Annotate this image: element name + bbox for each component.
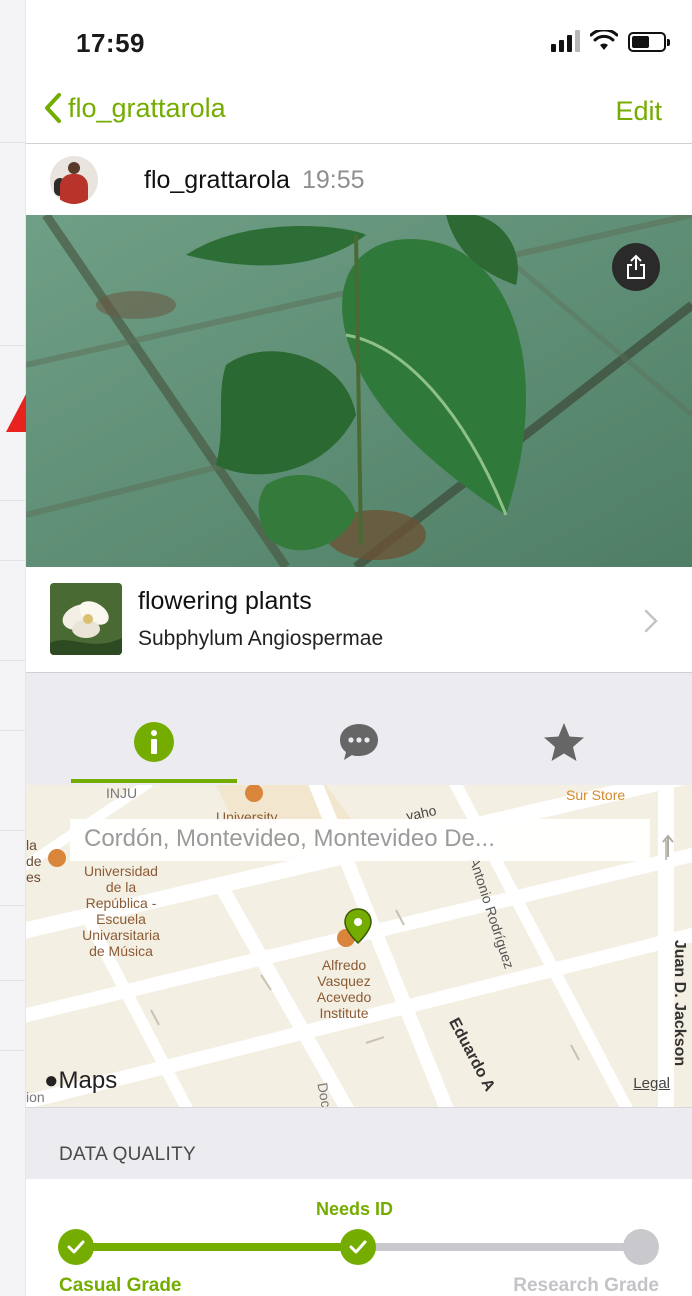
map-label-alfredo: Alfredo Vasquez Acevedo Institute	[316, 957, 372, 1021]
navigation-bar: flo_grattarola Edit	[26, 80, 692, 144]
status-icons	[551, 30, 670, 52]
map-label-sur-store: Sur Store	[566, 787, 626, 803]
needs-id-dot	[340, 1229, 376, 1265]
map-label-universidad: Universidad de la República - Escuela Un…	[82, 863, 160, 959]
detail-tabs	[26, 673, 692, 785]
taxon-scientific-name: Subphylum Angiospermae	[138, 627, 384, 650]
taxon-common-name: flowering plants	[138, 587, 312, 615]
research-grade-label: Research Grade	[513, 1275, 659, 1296]
apple-logo-icon: ●	[44, 1067, 59, 1094]
share-icon	[627, 254, 645, 279]
plant-photo-image	[26, 215, 692, 567]
north-arrow-icon	[662, 834, 674, 857]
edit-button[interactable]: Edit	[615, 96, 662, 127]
needs-id-label: Needs ID	[316, 1199, 394, 1219]
tab-activity[interactable]	[276, 673, 442, 785]
casual-grade-label: Casual Grade	[59, 1275, 182, 1296]
background-screen-sliver	[0, 0, 26, 1296]
status-time: 17:59	[76, 28, 145, 58]
observation-map[interactable]: INJU University Sur Store vaho la de es …	[26, 785, 692, 1107]
taxon-thumbnail	[50, 583, 122, 655]
maps-logo-text: Maps	[58, 1067, 118, 1094]
star-icon	[544, 723, 584, 761]
quality-track-remaining	[358, 1243, 640, 1251]
chevron-right-icon	[644, 609, 658, 633]
observation-photo[interactable]	[26, 215, 692, 567]
status-bar: 17:59	[26, 0, 692, 80]
map-legal-link[interactable]: Legal	[633, 1075, 670, 1092]
tab-favorites[interactable]	[481, 673, 647, 785]
map-label-ion: ion	[26, 1089, 45, 1105]
back-button[interactable]: flo_grattarola	[44, 92, 226, 124]
quality-track-complete	[76, 1243, 358, 1251]
info-icon	[134, 722, 174, 762]
wifi-icon	[590, 30, 618, 50]
back-button-label: flo_grattarola	[68, 92, 226, 123]
taxon-row[interactable]: flowering plants Subphylum Angiospermae	[26, 567, 692, 673]
data-quality-meter: Needs ID Casual Grade Research Grade	[26, 1179, 692, 1296]
red-triangle-marker	[6, 394, 26, 432]
signal-icon	[551, 30, 580, 52]
checkmark-icon	[67, 1240, 85, 1254]
location-place-guess[interactable]: Cordón, Montevideo, Montevideo De...	[70, 819, 650, 861]
active-tab-indicator	[71, 779, 237, 783]
observer-username: flo_grattarola	[144, 165, 290, 194]
observer-row[interactable]: flo_grattarola 19:55	[26, 145, 692, 215]
tab-info[interactable]	[71, 673, 237, 785]
battery-icon	[628, 32, 670, 52]
map-label-left: la de es	[26, 837, 42, 885]
chevron-left-icon	[45, 93, 61, 123]
observation-screen: 17:59 flo_grattarola Edit flo_grattarola…	[26, 0, 692, 1296]
casual-grade-dot	[58, 1229, 94, 1265]
chat-bubble-icon	[340, 724, 378, 760]
map-label-juan: Juan D. Jackson	[671, 939, 689, 1067]
share-button[interactable]	[612, 243, 660, 291]
research-grade-dot	[623, 1229, 659, 1265]
map-label-inju: INJU	[106, 785, 138, 801]
avatar[interactable]	[50, 156, 98, 204]
data-quality-title: DATA QUALITY	[59, 1144, 196, 1165]
data-quality-header: DATA QUALITY	[26, 1107, 692, 1179]
apple-maps-logo: ●Maps	[44, 1067, 117, 1095]
observation-time: 19:55	[301, 165, 365, 194]
checkmark-icon	[349, 1240, 367, 1254]
